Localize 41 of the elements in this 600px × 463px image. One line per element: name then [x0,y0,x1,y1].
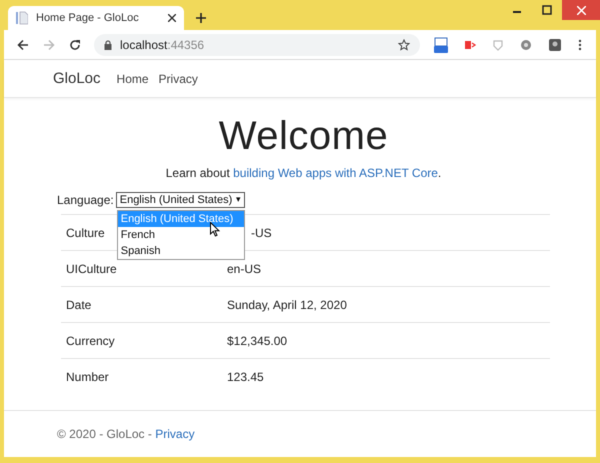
close-icon[interactable] [168,14,176,22]
lock-icon [104,40,112,50]
table-cell: -US [251,226,272,240]
language-option[interactable]: Spanish [118,243,244,259]
profile-icon[interactable] [548,38,562,52]
page-icon [16,11,28,25]
tab-title: Home Page - GloLoc [36,12,140,24]
nav-link[interactable]: Home [116,72,149,86]
close-window-button[interactable] [562,0,600,20]
language-option[interactable]: French [118,227,244,243]
browser-tab[interactable]: Home Page - GloLoc [8,6,184,30]
language-label: Language: [57,193,114,207]
reload-icon[interactable] [69,38,81,50]
table-cell: Number [66,370,109,384]
language-select[interactable]: English (United States) ▾ [116,192,246,208]
close-icon [576,6,586,14]
table-cell: UICulture [66,262,117,276]
table-cell: $12,345.00 [227,334,288,348]
privacy-link[interactable]: Privacy [155,427,195,441]
extension-icon[interactable] [464,38,476,50]
welcome-heading: Welcome [218,113,390,160]
menu-icon[interactable] [578,38,582,50]
table-cell: Currency [66,334,115,348]
intro-text: Learn about building Web apps with ASP.NET Core. [164,166,442,180]
address-bar[interactable]: localhost:44356 [94,34,420,56]
extension-icon[interactable] [434,36,448,52]
new-tab-icon[interactable] [196,13,206,23]
bookmark-star-icon[interactable] [398,38,410,50]
maximize-icon[interactable] [542,5,552,15]
footer-text: © 2020 - GloLoc - Privacy [57,427,195,441]
table-cell: Date [66,298,92,312]
nav-link[interactable]: Privacy [158,72,198,86]
url-text: localhost:44356 [120,38,206,52]
table-cell: Sunday, April 12, 2020 [227,298,347,312]
extension-icon[interactable] [520,38,532,50]
table-cell: en-US [227,262,262,276]
brand-link[interactable]: GloLoc [53,70,101,87]
back-icon[interactable] [17,38,29,50]
table-cell: Culture [66,226,105,240]
docs-link[interactable]: building Web apps with ASP.NET Core [233,166,438,180]
table-cell: 123.45 [227,370,264,384]
